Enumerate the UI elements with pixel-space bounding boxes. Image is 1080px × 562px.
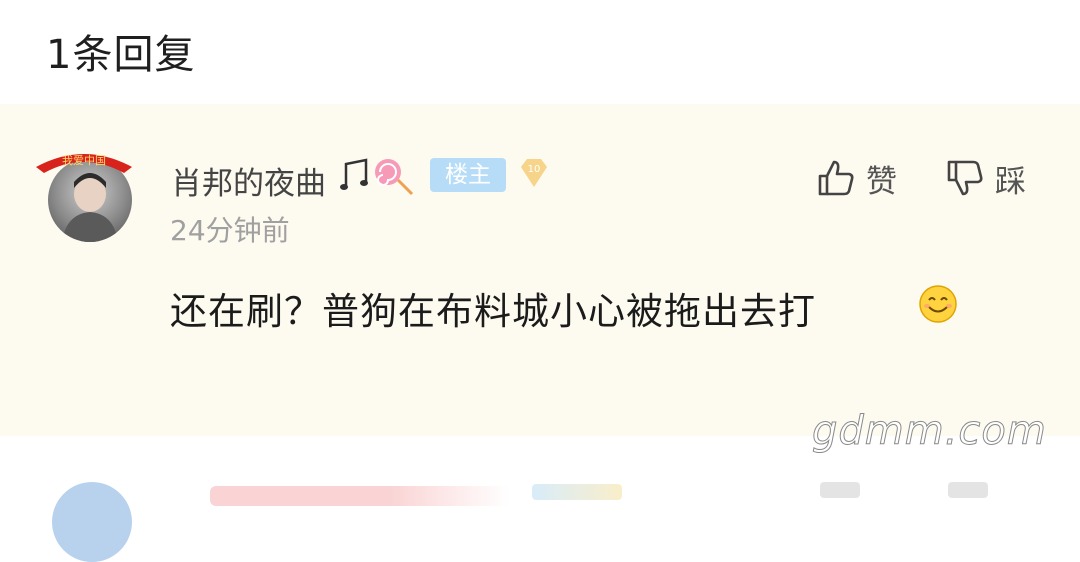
level-text: 10 — [528, 164, 541, 175]
thumbs-down-icon[interactable] — [948, 482, 988, 498]
smiley-emoji-icon — [919, 285, 957, 323]
watermark: gdmm.com — [812, 408, 1047, 455]
diamond-level-icon: 10 — [521, 159, 547, 187]
like-label: 赞 — [866, 163, 897, 200]
reply-card — [0, 104, 1080, 436]
next-badge-placeholder — [532, 484, 622, 500]
dislike-label: 踩 — [995, 163, 1026, 200]
like-button[interactable]: 赞 — [816, 156, 897, 200]
music-note-icon — [340, 158, 368, 190]
dislike-button[interactable]: 踩 — [945, 156, 1026, 200]
lollipop-icon — [375, 159, 414, 196]
thumbs-up-icon[interactable] — [820, 482, 860, 498]
next-reply-row[interactable] — [0, 460, 1080, 562]
thumbs-down-icon — [947, 160, 983, 196]
timestamp: 24分钟前 — [170, 214, 290, 247]
reply-count-title: 1条回复 — [46, 32, 196, 78]
comment-text: 还在刷？普狗在布料城小心被拖出去打 — [170, 290, 816, 333]
username[interactable]: 肖邦的夜曲 — [171, 158, 326, 203]
owner-badge: 楼主 — [430, 158, 506, 192]
avatar-banner-text: 我爱中国 — [62, 154, 106, 167]
next-username-placeholder — [210, 486, 510, 506]
thumbs-up-icon — [818, 160, 854, 196]
avatar-banner: 我爱中国 — [36, 154, 132, 173]
username-decoration — [340, 158, 414, 196]
avatar[interactable] — [52, 482, 132, 562]
